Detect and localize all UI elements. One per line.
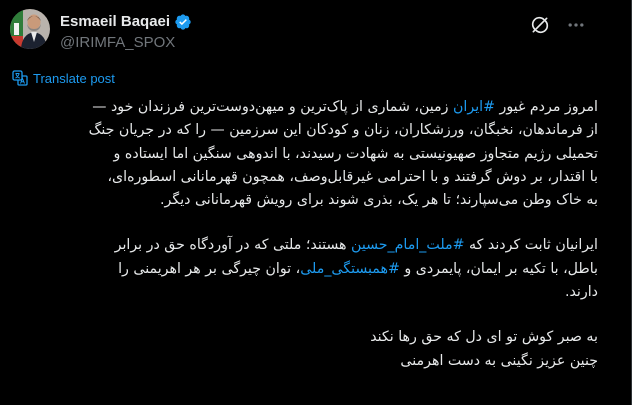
post-line: امروز مردم غیور #ایران زمین، شماری از پا…	[10, 96, 598, 119]
post-card: Esmaeil Baqaei @IRIMFA_SPOX Translate po…	[0, 0, 632, 405]
post-line: باطل، با تکیه بر ایمان، پایمردی و #همبست…	[10, 258, 598, 281]
more-options-button[interactable]	[562, 11, 590, 39]
grok-button[interactable]	[526, 11, 554, 39]
author-display-name[interactable]: Esmaeil Baqaei	[60, 13, 170, 30]
verified-badge-icon[interactable]	[174, 13, 192, 31]
hashtag-link[interactable]: #همبستگی_ملی	[300, 261, 400, 277]
translate-icon	[12, 70, 28, 86]
post-line: دارند.	[564, 284, 598, 301]
post-paragraph-2: ایرانیان ثابت کردند که #ملت_امام_حسین هس…	[10, 234, 598, 304]
post-paragraph-1: امروز مردم غیور #ایران زمین، شماری از پا…	[10, 96, 598, 212]
post-line: ایرانیان ثابت کردند که #ملت_امام_حسین هس…	[10, 234, 598, 257]
author-block: Esmaeil Baqaei @IRIMFA_SPOX	[60, 11, 571, 51]
text-span: ایرانیان ثابت کردند که	[464, 237, 598, 254]
text-span: زمین، شماری از پاک‌ترین و میهن‌دوست‌ترین…	[92, 99, 454, 115]
post-line: چنین عزیز نگینی به دست اهرمنی	[400, 352, 598, 369]
post-line: با اقتدار، بر دوش گرفتند و با احترامی غی…	[107, 168, 598, 185]
profile-photo	[10, 9, 50, 49]
text-span: هستند؛ ملتی که در آوردگاه حق در برابر	[114, 237, 352, 254]
text-span: امروز مردم غیور	[494, 99, 598, 115]
text-span: باطل، با تکیه بر ایمان، پایمردی و	[399, 260, 598, 277]
text-span: ، توان چیرگی بر هر اهریمنی را	[118, 260, 301, 277]
translate-post-link[interactable]: Translate post	[12, 70, 115, 86]
author-name-row: Esmaeil Baqaei	[60, 11, 571, 32]
hashtag-link[interactable]: #ملت_امام_حسین	[351, 237, 464, 253]
post-line: به خاک وطن می‌سپارند؛ تا هر یک، بذری شون…	[160, 192, 598, 209]
author-handle[interactable]: @IRIMFA_SPOX	[60, 34, 571, 51]
grok-icon	[531, 16, 549, 34]
more-dots-icon	[568, 23, 584, 27]
post-line: به صبر کوش تو ای دل که حق رها نکند	[370, 329, 598, 346]
post-text: امروز مردم غیور #ایران زمین، شماری از پا…	[10, 96, 598, 373]
post-paragraph-3: به صبر کوش تو ای دل که حق رها نکند چنین …	[10, 326, 598, 373]
author-avatar[interactable]	[10, 9, 50, 49]
translate-label: Translate post	[33, 70, 115, 86]
post-line: تحمیلی رژیم متجاوز صهیونیستی به شهادت رس…	[113, 145, 598, 162]
post-line: از فرماندهان، نخبگان، ورزشکاران، زنان و …	[88, 122, 598, 139]
hashtag-link[interactable]: #ایران	[453, 99, 495, 115]
